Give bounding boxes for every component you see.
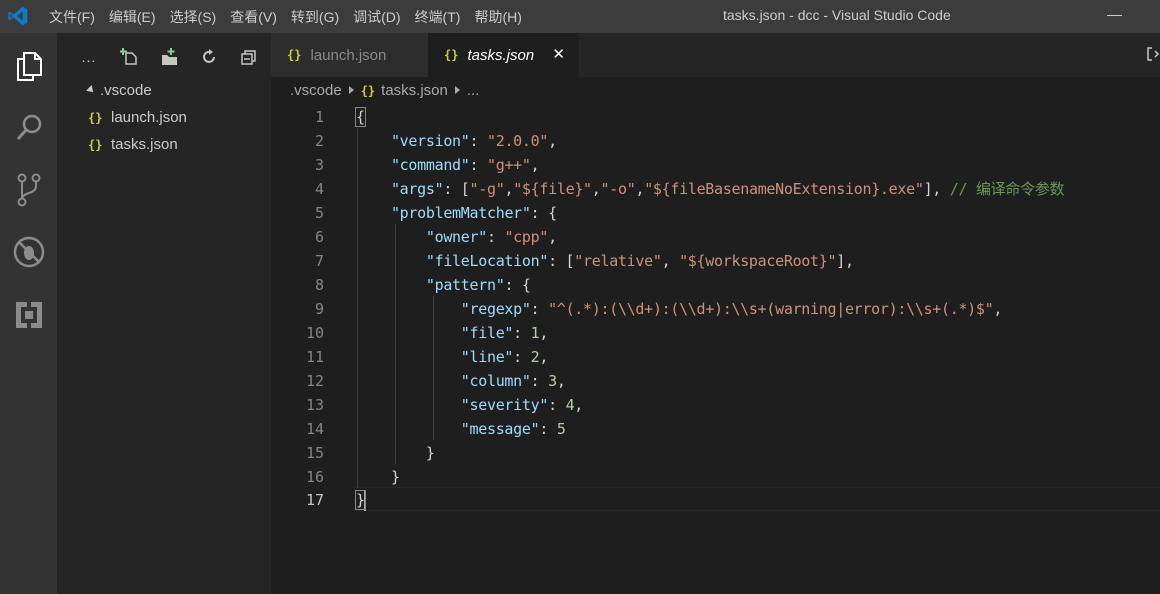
breadcrumb-file[interactable]: tasks.json: [381, 82, 448, 99]
file-label: launch.json: [111, 109, 187, 126]
explorer-button[interactable]: [9, 46, 49, 86]
code-line: 9 "regexp": "^(.*):(\\d+):(\\d+):\\s+(wa…: [314, 300, 1003, 318]
code-line: 8 "pattern": {: [314, 276, 531, 294]
source-control-icon: [17, 173, 41, 207]
chevron-right-icon: [454, 86, 460, 94]
file-label: tasks.json: [111, 136, 178, 153]
close-icon[interactable]: ✕: [552, 45, 565, 63]
breadcrumb-more[interactable]: ...: [467, 82, 480, 99]
folder-label: .vscode: [100, 82, 152, 99]
tab-label: launch.json: [310, 46, 387, 64]
debug-button[interactable]: [9, 232, 49, 272]
minimize-button[interactable]: [1107, 10, 1123, 24]
code-editor[interactable]: 1{ 2 "version": "2.0.0", 3 "command": "g…: [271, 104, 1160, 594]
menu-selection[interactable]: 选择(S): [163, 7, 224, 27]
code-line: 11 "line": 2,: [305, 348, 549, 366]
editor-tabs: {} launch.json {} tasks.json ✕: [271, 33, 1160, 77]
activity-bar: [0, 33, 57, 594]
debug-icon: [13, 236, 45, 268]
new-folder-icon: [162, 48, 177, 65]
menu-help[interactable]: 帮助(H): [467, 7, 528, 27]
folder-vscode[interactable]: .vscode: [57, 78, 271, 104]
tab-launch-json[interactable]: {} launch.json: [271, 33, 428, 77]
extensions-icon: [16, 302, 42, 328]
json-file-icon: {}: [287, 48, 302, 62]
refresh-button[interactable]: [199, 47, 219, 67]
code-line: 16 }: [305, 468, 400, 486]
menu-debug[interactable]: 调试(D): [346, 7, 407, 27]
menu-terminal[interactable]: 终端(T): [408, 7, 468, 27]
search-icon: [16, 114, 42, 140]
explorer-toolbar: ...: [79, 47, 279, 67]
window-title: tasks.json - dcc - Visual Studio Code: [723, 7, 951, 23]
explorer-icon: [17, 52, 42, 81]
code-line-current: 17}: [305, 490, 366, 511]
new-file-icon: [120, 48, 137, 65]
explorer-sidebar: ... .vscode {} launch.json {} tasks.json: [57, 33, 271, 594]
more-label: ...: [81, 49, 97, 65]
menu-file[interactable]: 文件(F): [42, 7, 102, 27]
code-line: 12 "column": 3,: [305, 372, 566, 390]
code-line: 3 "command": "g++",: [314, 156, 540, 174]
refresh-icon: [203, 49, 215, 63]
menu-edit[interactable]: 编辑(E): [102, 7, 163, 27]
file-tasks-json[interactable]: {} tasks.json: [57, 132, 271, 158]
collapse-all-button[interactable]: [239, 47, 259, 67]
file-launch-json[interactable]: {} launch.json: [57, 105, 271, 131]
code-line: 10 "file": 1,: [305, 324, 549, 342]
chevron-right-icon: [348, 86, 354, 94]
json-file-icon: {}: [444, 48, 459, 62]
search-button[interactable]: [9, 107, 49, 147]
new-file-button[interactable]: [119, 47, 139, 67]
code-line: 7 "fileLocation": ["relative", "${worksp…: [314, 252, 854, 270]
tab-label: tasks.json: [467, 46, 535, 64]
json-file-icon: {}: [360, 84, 376, 98]
code-line: 2 "version": "2.0.0",: [314, 132, 557, 150]
code-line: 14 "message": 5: [305, 420, 566, 438]
code-line: 6 "owner": "cpp",: [314, 228, 557, 246]
code-line: 15 }: [305, 444, 435, 462]
extensions-button[interactable]: [9, 295, 49, 335]
title-bar: 文件(F) 编辑(E) 选择(S) 查看(V) 转到(G) 调试(D) 终端(T…: [0, 0, 1160, 33]
split-editor-icon[interactable]: [1146, 46, 1160, 64]
collapse-all-icon: [241, 50, 256, 65]
tab-tasks-json[interactable]: {} tasks.json ✕: [428, 33, 579, 77]
breadcrumb-folder[interactable]: .vscode: [290, 82, 342, 99]
text-cursor: [363, 490, 366, 511]
new-folder-button[interactable]: [159, 47, 179, 67]
json-file-icon: {}: [88, 111, 103, 125]
code-line: 5 "problemMatcher": {: [314, 204, 557, 222]
json-file-icon: {}: [88, 138, 103, 152]
chevron-down-icon: [86, 85, 96, 95]
menu-bar: 文件(F) 编辑(E) 选择(S) 查看(V) 转到(G) 调试(D) 终端(T…: [42, 0, 529, 33]
vscode-logo-icon: [8, 6, 28, 26]
code-line: 1{: [314, 107, 366, 127]
code-line: 13 "severity": 4,: [305, 396, 584, 414]
breadcrumb: .vscode {} tasks.json...: [290, 79, 479, 103]
menu-goto[interactable]: 转到(G): [284, 7, 346, 27]
more-actions-button[interactable]: ...: [79, 47, 99, 67]
code-line: 4 "args": ["-g","${file}","-o","${fileBa…: [314, 180, 1065, 198]
source-control-button[interactable]: [9, 170, 49, 210]
menu-view[interactable]: 查看(V): [223, 7, 284, 27]
